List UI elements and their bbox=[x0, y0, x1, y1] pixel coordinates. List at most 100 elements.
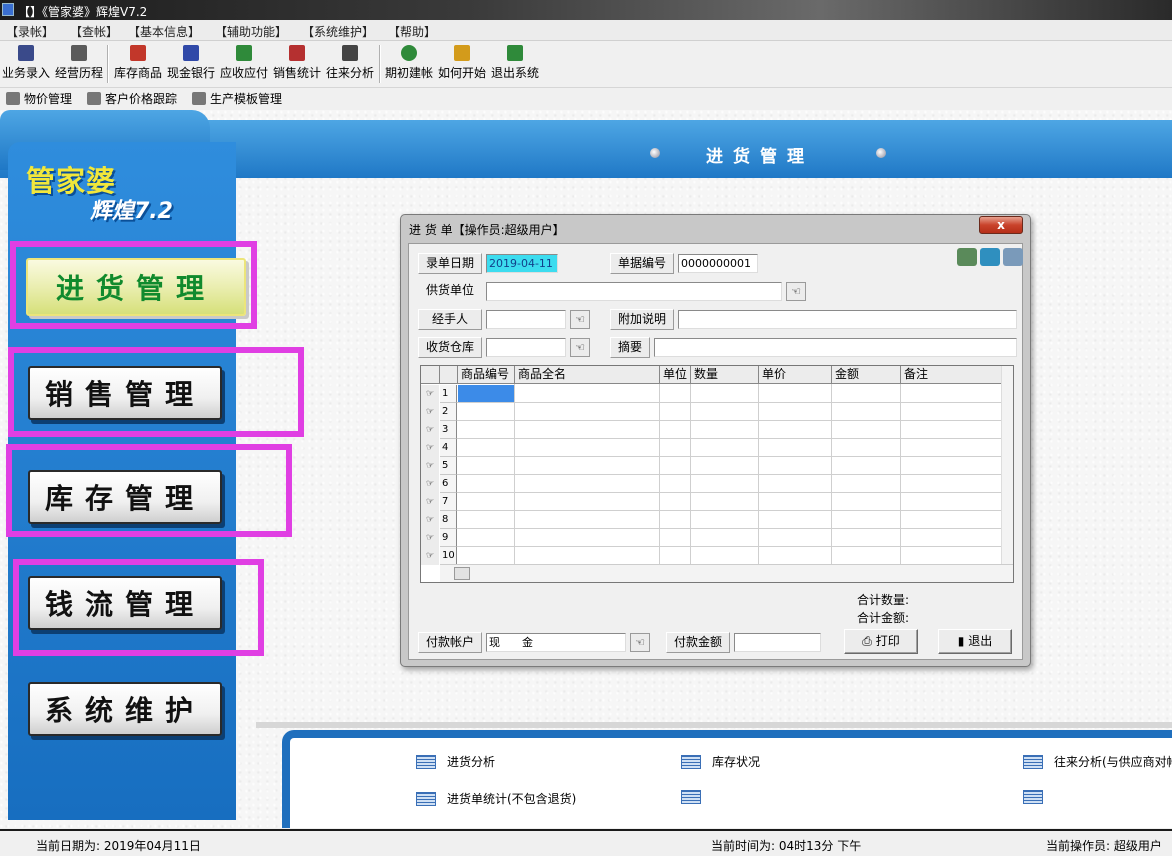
price-management-link[interactable]: 物价管理 bbox=[6, 90, 72, 107]
quick-links-panel bbox=[282, 730, 1172, 828]
window-title: 【】《管家婆》辉煌V7.2 bbox=[18, 5, 148, 19]
supplier-field[interactable] bbox=[486, 282, 782, 301]
column-header[interactable]: 单位 bbox=[660, 366, 691, 384]
menu-record[interactable]: 【录帐】 bbox=[6, 23, 54, 40]
extra-note-label[interactable]: 附加说明 bbox=[610, 309, 674, 330]
production-template-link[interactable]: 生产模板管理 bbox=[192, 90, 282, 107]
pay-amount-label[interactable]: 付款金额 bbox=[666, 632, 730, 653]
highlight-box bbox=[6, 444, 292, 537]
link-label: 进货分析 bbox=[447, 755, 496, 769]
pay-amount-field[interactable] bbox=[734, 633, 821, 652]
handler-pick-button[interactable]: ☜ bbox=[570, 310, 590, 329]
warehouse-pick-button[interactable]: ☜ bbox=[570, 338, 590, 357]
column-header[interactable]: 商品全名 bbox=[515, 366, 660, 384]
entry-date-label[interactable]: 录单日期 bbox=[418, 253, 482, 274]
toolbar-exit-button[interactable]: 退出系统 bbox=[490, 45, 540, 85]
link-stock-status[interactable]: 库存状况 bbox=[681, 753, 760, 770]
supplier-label: 供货单位 bbox=[425, 283, 474, 297]
scroll-thumb[interactable] bbox=[454, 567, 470, 580]
row-pointer-icon[interactable]: ☞ bbox=[421, 529, 439, 547]
link-supplier-analysis[interactable]: 往来分析(与供应商对帐 bbox=[1023, 753, 1172, 770]
extra-note-field[interactable] bbox=[678, 310, 1017, 329]
receivable-icon bbox=[236, 45, 252, 61]
pay-account-field[interactable]: 现 金 bbox=[486, 633, 626, 652]
link-empty[interactable] bbox=[681, 790, 712, 804]
entry-date-field[interactable]: 2019-04-11 bbox=[486, 254, 558, 273]
link-purchase-analysis[interactable]: 进货分析 bbox=[416, 753, 495, 770]
vertical-scrollbar[interactable] bbox=[1001, 366, 1013, 564]
toolbar-howto-button[interactable]: 如何开始 bbox=[437, 45, 487, 85]
grid-line bbox=[457, 492, 1004, 493]
row-pointer-icon[interactable]: ☞ bbox=[421, 511, 439, 529]
warehouse-field[interactable] bbox=[486, 338, 566, 357]
user-icon[interactable] bbox=[1003, 248, 1023, 266]
toolbar-receivable-button[interactable]: 应收应付 bbox=[219, 45, 269, 85]
handler-field[interactable] bbox=[486, 310, 566, 329]
doc-no-label[interactable]: 单据编号 bbox=[610, 253, 674, 274]
sidebar-item-system[interactable]: 系统维护 bbox=[28, 682, 222, 736]
close-button[interactable]: x bbox=[979, 216, 1023, 234]
row-pointer-icon[interactable]: ☞ bbox=[421, 439, 439, 457]
toolbar-label: 应收应付 bbox=[219, 66, 268, 80]
toolbar-bank-button[interactable]: 现金银行 bbox=[166, 45, 216, 85]
column-header[interactable]: 备注 bbox=[901, 366, 1004, 384]
grid-corner bbox=[440, 366, 458, 384]
pay-account-label[interactable]: 付款帐户 bbox=[418, 632, 482, 653]
selected-cell[interactable] bbox=[458, 385, 514, 402]
toolbar-stock-button[interactable]: 库存商品 bbox=[113, 45, 163, 85]
row-number: 3 bbox=[440, 421, 457, 439]
money-icon[interactable] bbox=[957, 248, 977, 266]
summary-field[interactable] bbox=[654, 338, 1017, 357]
menu-basic-info[interactable]: 【基本信息】 bbox=[128, 23, 200, 40]
toolbar-initial-button[interactable]: 期初建帐 bbox=[384, 45, 434, 85]
row-pointer-icon[interactable]: ☞ bbox=[421, 493, 439, 511]
toolbar-analysis-button[interactable]: 往来分析 bbox=[325, 45, 375, 85]
table-icon bbox=[416, 755, 436, 769]
print-button[interactable]: ⎙ 打印 bbox=[844, 629, 918, 654]
column-header[interactable]: 数量 bbox=[691, 366, 759, 384]
print-label: 打印 bbox=[875, 634, 900, 648]
grid-line bbox=[457, 546, 1004, 547]
exit-button[interactable]: ▮ 退出 bbox=[938, 629, 1012, 654]
row-pointer-icon[interactable]: ☞ bbox=[421, 547, 439, 565]
column-header[interactable]: 金额 bbox=[832, 366, 901, 384]
row-pointer-icon[interactable]: ☞ bbox=[421, 403, 439, 421]
row-pointer-icon[interactable]: ☞ bbox=[421, 385, 439, 403]
entry-icon bbox=[18, 45, 34, 61]
dialog-title: 进 货 单【操作员:超级用户】 bbox=[409, 223, 565, 237]
toolbar-history-button[interactable]: 经营历程 bbox=[54, 45, 104, 85]
handler-label[interactable]: 经手人 bbox=[418, 309, 482, 330]
grid-line bbox=[457, 474, 1004, 475]
menu-help[interactable]: 【帮助】 bbox=[388, 23, 436, 40]
toolbar-separator bbox=[379, 45, 381, 83]
toolbar-entry-button[interactable]: 业务录入 bbox=[2, 45, 50, 85]
horizontal-scrollbar[interactable] bbox=[440, 564, 1013, 582]
link-empty[interactable] bbox=[1023, 790, 1054, 804]
menu-query[interactable]: 【查帐】 bbox=[70, 23, 118, 40]
customer-price-tracking-link[interactable]: 客户价格跟踪 bbox=[87, 90, 177, 107]
row-pointer-icon[interactable]: ☞ bbox=[421, 421, 439, 439]
row-pointer-icon[interactable]: ☞ bbox=[421, 475, 439, 493]
pay-account-pick-button[interactable]: ☜ bbox=[630, 633, 650, 652]
box-icon[interactable] bbox=[980, 248, 1000, 266]
menu-system-maintenance[interactable]: 【系统维护】 bbox=[302, 23, 374, 40]
row-number: 7 bbox=[440, 493, 457, 511]
grid-line bbox=[457, 438, 1004, 439]
toolbar-label: 期初建帐 bbox=[384, 66, 433, 80]
grid-line bbox=[457, 420, 1004, 421]
supplier-pick-button[interactable]: ☜ bbox=[786, 282, 806, 301]
warehouse-label[interactable]: 收货仓库 bbox=[418, 337, 482, 358]
column-header[interactable]: 商品编号 bbox=[458, 366, 515, 384]
menu-aux-functions[interactable]: 【辅助功能】 bbox=[215, 23, 287, 40]
line-items-grid[interactable]: 商品编号 商品全名 单位 数量 单价 金额 备注 ☞ 1 ☞ 2 ☞ 3 ☞ 4 bbox=[420, 365, 1014, 583]
toolbar: 业务录入 经营历程 库存商品 现金银行 应收应付 销售统计 往来分析 期初建帐 … bbox=[0, 41, 1172, 88]
doc-no-field[interactable]: 0000000001 bbox=[678, 254, 758, 273]
grid-line bbox=[457, 456, 1004, 457]
table-icon bbox=[1023, 790, 1043, 804]
toolbar-sales-stat-button[interactable]: 销售统计 bbox=[272, 45, 322, 85]
row-pointer-icon[interactable]: ☞ bbox=[421, 457, 439, 475]
bullet-icon bbox=[650, 148, 660, 158]
summary-label[interactable]: 摘要 bbox=[610, 337, 650, 358]
column-header[interactable]: 单价 bbox=[759, 366, 832, 384]
link-purchase-stats[interactable]: 进货单统计(不包含退货) bbox=[416, 790, 576, 807]
